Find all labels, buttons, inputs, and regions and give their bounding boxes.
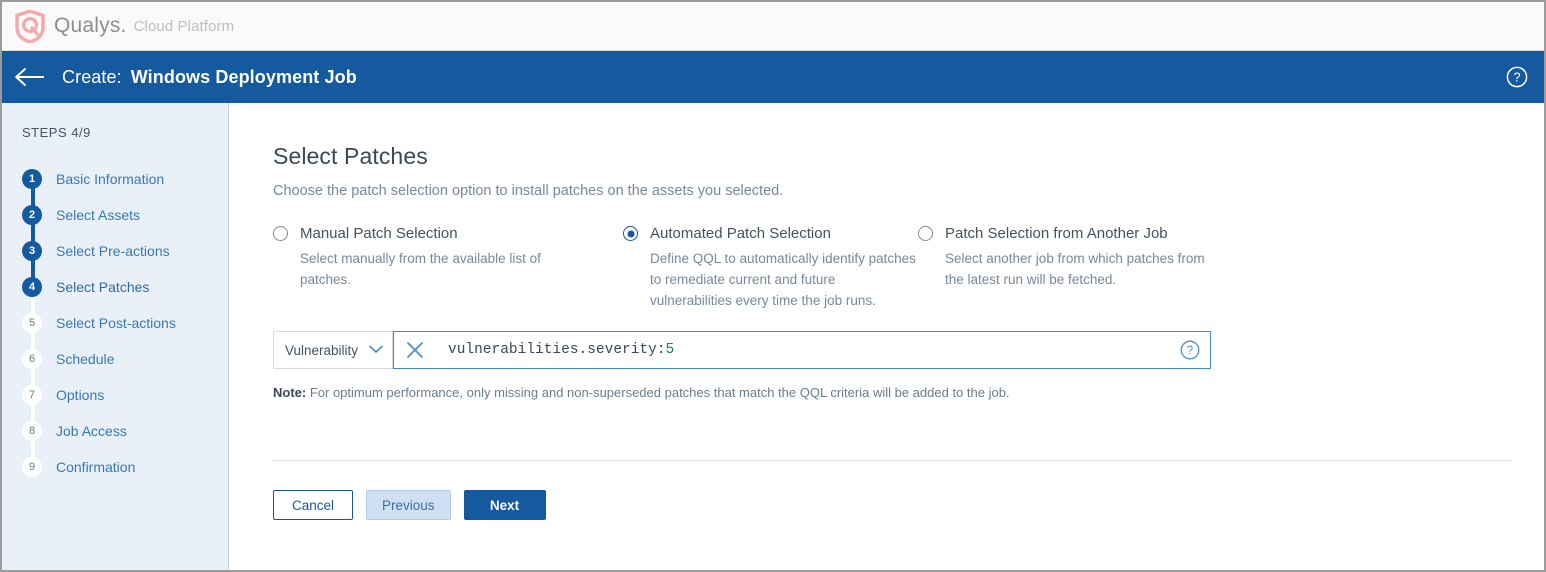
qql-note: Note: For optimum performance, only miss… [273, 384, 1506, 402]
step-number: 6 [22, 349, 42, 369]
qql-category-value: Vulnerability [285, 342, 359, 358]
sidebar-item-label: Basic Information [56, 171, 165, 187]
option-automated-patch-selection[interactable]: Automated Patch Selection Define QQL to … [623, 225, 918, 311]
steps-sidebar: STEPS 4/9 1 Basic Information 2 Select A… [2, 103, 229, 570]
brand-bar: Qualys. Cloud Platform [2, 2, 1544, 51]
radio-patch-selection-from-another-job[interactable] [918, 226, 933, 241]
sidebar-item-options[interactable]: 7 Options [22, 377, 228, 413]
sidebar-item-select-assets[interactable]: 2 Select Assets [22, 197, 228, 233]
page-title-bar: Create: Windows Deployment Job ? [2, 51, 1544, 103]
option-label: Automated Patch Selection [650, 225, 831, 242]
sidebar-item-select-pre-actions[interactable]: 3 Select Pre-actions [22, 233, 228, 269]
note-label: Note: [273, 385, 307, 400]
option-header[interactable]: Patch Selection from Another Job [918, 225, 1218, 242]
sidebar-item-label: Options [56, 387, 105, 403]
sidebar-item-label: Confirmation [56, 459, 136, 475]
step-number: 2 [22, 205, 42, 225]
close-x-icon[interactable] [404, 339, 426, 361]
step-number: 7 [22, 385, 42, 405]
svg-text:?: ? [1187, 345, 1193, 357]
radio-manual-patch-selection[interactable] [273, 226, 288, 241]
app-window: Qualys. Cloud Platform Create: Windows D… [0, 0, 1546, 572]
qql-query-value: 5 [665, 342, 675, 358]
note-text: For optimum performance, only missing an… [306, 385, 1010, 400]
steps-counter-label: STEPS 4/9 [22, 125, 91, 140]
option-label: Patch Selection from Another Job [945, 225, 1168, 242]
create-label: Create: [62, 66, 122, 87]
sidebar-item-label: Job Access [56, 423, 127, 439]
qql-query-text: vulnerabilities.severity:5 [448, 342, 1180, 358]
step-number: 4 [22, 277, 42, 297]
main-content: Select Patches Choose the patch selectio… [229, 103, 1544, 570]
step-number: 5 [22, 313, 42, 333]
step-number: 8 [22, 421, 42, 441]
step-list: 1 Basic Information 2 Select Assets 3 Se… [2, 161, 228, 485]
body-row: STEPS 4/9 1 Basic Information 2 Select A… [2, 103, 1544, 570]
sidebar-item-label: Select Post-actions [56, 315, 176, 331]
cancel-button[interactable]: Cancel [273, 490, 353, 520]
brand-name: Qualys. [54, 14, 127, 37]
next-button[interactable]: Next [463, 490, 546, 520]
sidebar-item-label: Select Assets [56, 207, 141, 223]
svg-text:?: ? [1514, 70, 1521, 84]
footer-buttons: Cancel Previous Next [273, 490, 1506, 520]
sidebar-item-basic-information[interactable]: 1 Basic Information [22, 161, 228, 197]
help-circle-icon[interactable]: ? [1506, 66, 1528, 88]
sidebar-item-label: Schedule [56, 351, 115, 367]
sidebar-item-schedule[interactable]: 6 Schedule [22, 341, 228, 377]
sidebar-item-confirmation[interactable]: 9 Confirmation [22, 449, 228, 485]
sidebar-item-select-patches[interactable]: 4 Select Patches [22, 269, 228, 305]
page-title: Windows Deployment Job [130, 66, 357, 87]
patch-selection-options: Manual Patch Selection Select manually f… [273, 225, 1506, 311]
sidebar-item-job-access[interactable]: 8 Job Access [22, 413, 228, 449]
sidebar-item-label: Select Pre-actions [56, 243, 170, 259]
option-header[interactable]: Automated Patch Selection [623, 225, 918, 242]
qualys-shield-logo-icon [14, 9, 46, 43]
section-title: Select Patches [273, 143, 428, 169]
option-manual-patch-selection[interactable]: Manual Patch Selection Select manually f… [273, 225, 623, 311]
step-connector-completed [31, 173, 35, 283]
step-number: 3 [22, 241, 42, 261]
qql-search-row: Vulnerability vulnerabilities.severity:5 [273, 331, 1211, 369]
step-number: 9 [22, 457, 42, 477]
help-circle-icon[interactable]: ? [1180, 340, 1200, 360]
option-patch-selection-from-another-job[interactable]: Patch Selection from Another Job Select … [918, 225, 1218, 311]
step-number: 1 [22, 169, 42, 189]
sidebar-item-select-post-actions[interactable]: 5 Select Post-actions [22, 305, 228, 341]
sidebar-item-label: Select Patches [56, 279, 150, 295]
qql-query-field: vulnerabilities.severity: [448, 342, 666, 358]
qql-query-input[interactable]: vulnerabilities.severity:5 ? [393, 331, 1211, 369]
chevron-down-icon [369, 341, 383, 359]
option-description: Select manually from the available list … [300, 251, 541, 287]
brand-subtitle: Cloud Platform [133, 17, 235, 35]
option-label: Manual Patch Selection [300, 225, 458, 242]
option-description: Select another job from which patches fr… [945, 251, 1205, 287]
footer-divider [273, 460, 1511, 461]
option-description: Define QQL to automatically identify pat… [650, 251, 916, 308]
back-arrow-icon[interactable] [14, 65, 48, 89]
option-header[interactable]: Manual Patch Selection [273, 225, 623, 242]
radio-automated-patch-selection[interactable] [623, 226, 638, 241]
qql-category-select[interactable]: Vulnerability [273, 331, 393, 369]
previous-button[interactable]: Previous [366, 490, 451, 520]
section-subtitle: Choose the patch selection option to ins… [273, 183, 784, 199]
